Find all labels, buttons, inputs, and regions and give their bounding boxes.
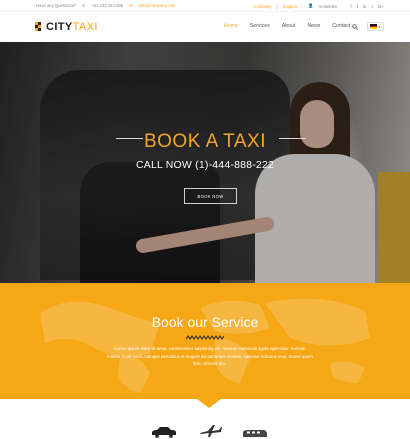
service-title: Book our Service [151,314,259,330]
main-nav: Home Services About News Contact [224,23,350,29]
section-arrow-notch [197,399,221,408]
company-link[interactable]: Company [254,4,272,9]
email-link[interactable]: info@company.com [139,3,176,8]
hero-section: BOOK A TAXI CALL NOW (1)-444-888-222 BOO… [0,42,410,283]
nav-home[interactable]: Home [224,23,238,29]
car-icon [152,427,176,438]
nav-news[interactable]: News [307,23,320,29]
train-icon [243,430,267,437]
nav-about[interactable]: About [282,23,296,29]
chevron-down-icon: ▼ [377,24,382,29]
support-link[interactable]: Support [283,4,298,9]
main-header: CITYTAXI Home Services About News Contac… [0,11,410,42]
logo[interactable]: CITYTAXI [35,21,98,33]
login-link[interactable]: Anmelden [318,4,337,9]
question-text: Have any Questions? [36,3,77,8]
top-links: Company | Support 👤 Anmelden f t in t G+ [254,3,384,9]
twitter-icon[interactable]: t [357,4,358,9]
google-plus-icon[interactable]: G+ [378,4,384,9]
nav-services[interactable]: Services [250,23,270,29]
phone-number[interactable]: +01 123 444 555 [92,3,124,8]
language-selector[interactable]: ▼ [367,22,384,31]
top-bar: Have any Questions? ✆ +01 123 444 555 ✉ … [0,0,410,11]
nav-contact[interactable]: Contact [332,23,350,29]
german-flag-icon [369,24,377,30]
contact-info: Have any Questions? ✆ +01 123 444 555 ✉ … [36,3,175,8]
airplane-icon [200,425,222,437]
linkedin-icon[interactable]: in [363,4,367,9]
tumblr-icon[interactable]: t [371,4,372,9]
user-icon: 👤 [308,3,314,8]
zigzag-divider-icon [186,335,224,340]
world-map-background [40,298,370,393]
hero-title: BOOK A TAXI [143,131,266,152]
book-now-button[interactable]: BOOK NOW [184,188,237,204]
logo-text: CITYTAXI [46,21,98,33]
service-section: Book our Service Lorem ipsum dolor sit a… [0,283,410,399]
phone-icon: ✆ [82,3,86,8]
mail-icon: ✉ [129,3,133,8]
separator: | [276,3,278,9]
hero-subtitle: CALL NOW (1)-444-888-222 [135,159,275,171]
search-icon[interactable] [352,24,358,30]
logo-icon [35,21,43,33]
service-description: Lorem ipsum dolor sit amet, consectetuer… [107,346,313,366]
facebook-icon[interactable]: f [350,4,351,9]
